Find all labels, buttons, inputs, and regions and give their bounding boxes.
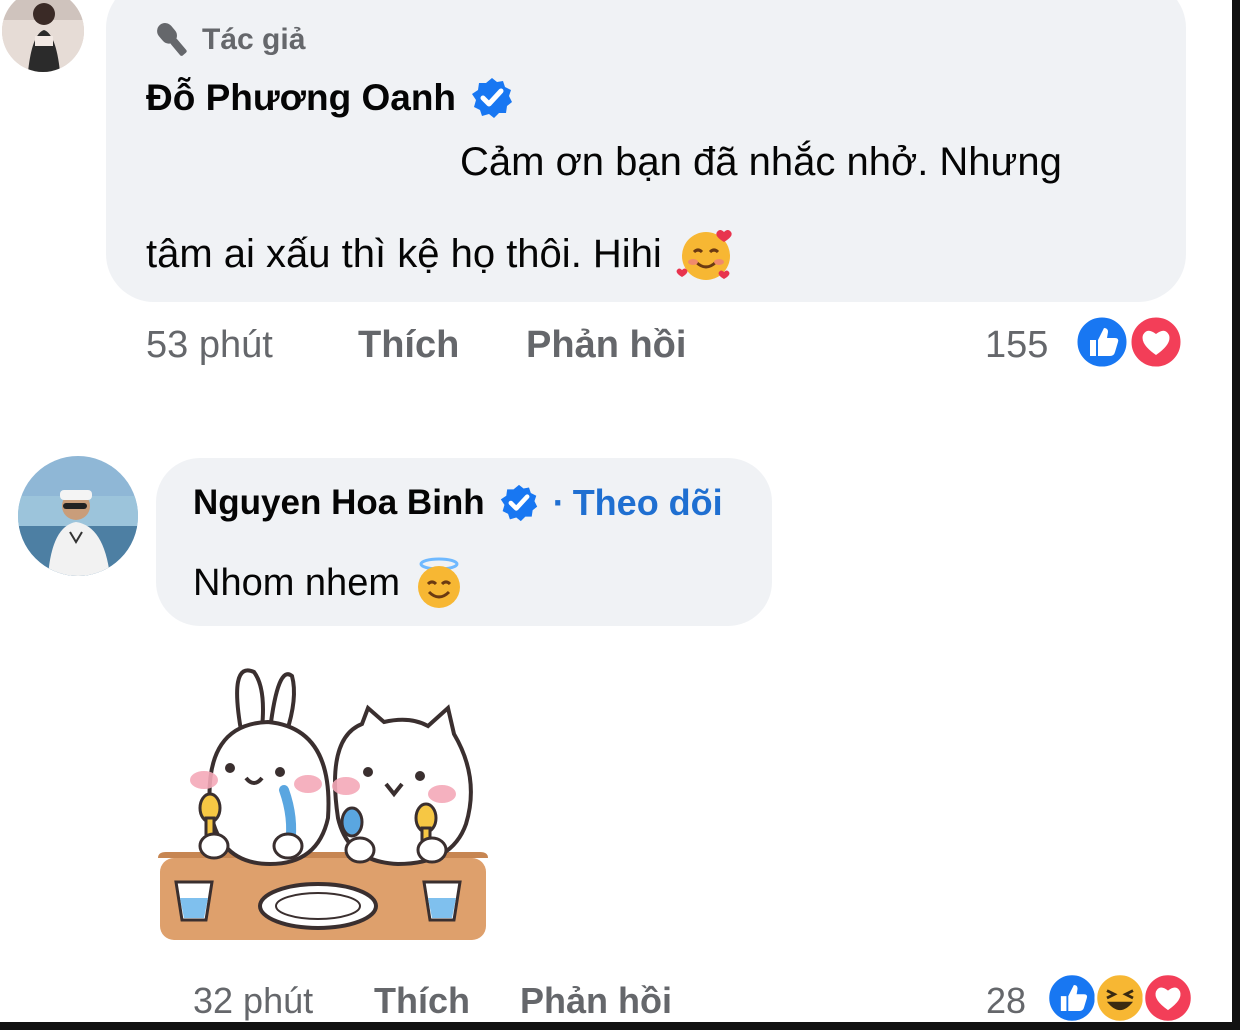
- window-edge-right: [1232, 0, 1240, 1030]
- name-separator: ·: [552, 482, 565, 523]
- author-tag-label: Tác giả: [202, 23, 306, 56]
- like-reaction-icon: [1074, 314, 1130, 370]
- reaction-count-2[interactable]: 28: [986, 980, 1026, 1022]
- avatar-photo: [18, 456, 138, 576]
- heart-reaction-icon: [1142, 972, 1194, 1024]
- verified-badge-icon: [472, 78, 513, 118]
- like-reaction-icon: [1046, 972, 1098, 1024]
- commenter-name-2-text: Nguyen Hoa Binh: [193, 483, 485, 522]
- verified-badge-icon: [500, 484, 537, 522]
- bunny-and-cat-eating-sticker[interactable]: [158, 668, 488, 948]
- microphone-icon: [157, 23, 187, 56]
- reply-button-2[interactable]: Phản hồi: [520, 980, 672, 1022]
- like-button-1[interactable]: Thích: [358, 324, 459, 367]
- reply-button-1[interactable]: Phản hồi: [526, 324, 686, 367]
- smiling-face-with-halo-emoji: [417, 557, 460, 608]
- smiling-face-with-hearts-emoji: [676, 230, 732, 280]
- like-button-2[interactable]: Thích: [374, 980, 470, 1022]
- comment-time-2[interactable]: 32 phút: [193, 980, 313, 1022]
- comment-time-1[interactable]: 53 phút: [146, 324, 273, 367]
- haha-reaction-icon: [1094, 972, 1146, 1024]
- comment-text-line-2: tâm ai xấu thì kệ họ thôi. Hihi: [146, 226, 736, 282]
- author-tag: Tác giả: [148, 20, 305, 60]
- commenter-name-1[interactable]: Đỗ Phương Oanh: [146, 76, 514, 120]
- comment-text-2-text: Nhom nhem: [193, 561, 400, 604]
- comment-text-line-2-text: tâm ai xấu thì kệ họ thôi. Hihi: [146, 231, 662, 276]
- heart-reaction-icon: [1128, 314, 1184, 370]
- comment-text-2: Nhom nhem: [193, 556, 464, 610]
- avatar-do-phuong-oanh[interactable]: [2, 0, 84, 72]
- comment-text-line-1: Cảm ơn bạn đã nhắc nhở. Nhưng: [460, 140, 1062, 184]
- commenter-name-1-text: Đỗ Phương Oanh: [146, 77, 457, 118]
- follow-button[interactable]: Theo dõi: [573, 482, 723, 524]
- commenter-name-2[interactable]: Nguyen Hoa Binh · Theo dõi: [193, 482, 723, 524]
- window-edge-bottom: [0, 1022, 1240, 1030]
- avatar-photo: [2, 0, 84, 72]
- reaction-count-1[interactable]: 155: [985, 324, 1048, 367]
- avatar-nguyen-hoa-binh[interactable]: [18, 456, 138, 576]
